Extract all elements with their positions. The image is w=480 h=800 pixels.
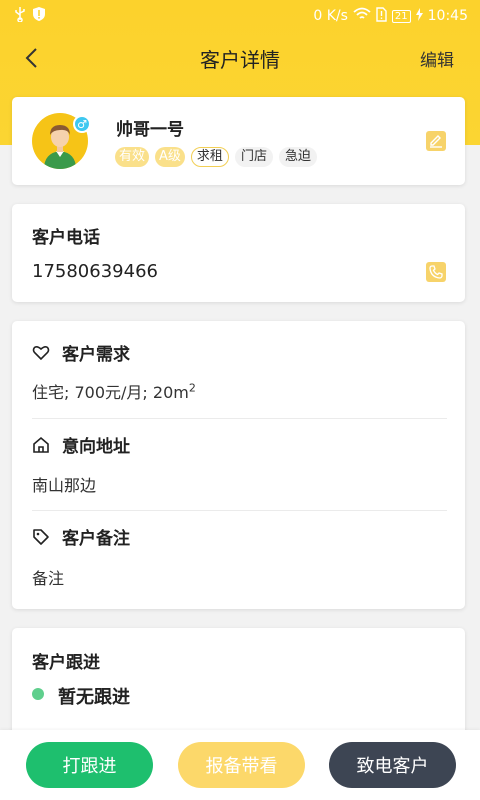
divider bbox=[32, 510, 447, 511]
heart-icon bbox=[32, 345, 50, 360]
gender-male-icon: ♂ bbox=[73, 115, 91, 133]
phone-icon bbox=[426, 262, 446, 282]
address-header: 意向地址 bbox=[32, 432, 130, 457]
phone-section-title: 客户电话 bbox=[32, 228, 100, 248]
remark-header: 客户备注 bbox=[32, 524, 130, 549]
needs-title: 客户需求 bbox=[62, 345, 130, 365]
needs-value-unit-sup: 2 bbox=[188, 381, 196, 395]
call-customer-button[interactable]: 致电客户 bbox=[329, 742, 456, 788]
tag-status: 有效 bbox=[115, 147, 150, 167]
report-viewing-button[interactable]: 报备带看 bbox=[178, 742, 305, 788]
tag-urgency: 急迫 bbox=[278, 147, 317, 167]
battery-level: 21 bbox=[391, 9, 411, 23]
back-button[interactable] bbox=[20, 46, 44, 70]
address-title: 意向地址 bbox=[62, 437, 130, 457]
edit-pencil-icon bbox=[426, 131, 446, 151]
sim-alert-icon bbox=[376, 6, 387, 26]
tag-level: A级 bbox=[155, 147, 185, 167]
add-follow-button[interactable]: 打跟进 bbox=[26, 742, 153, 788]
needs-value: 住宅; 700元/月; 20m2 bbox=[32, 379, 196, 403]
no-follow-text: 暂无跟进 bbox=[58, 687, 130, 708]
follow-title: 客户跟进 bbox=[32, 653, 100, 673]
shield-alert-icon bbox=[32, 6, 46, 26]
chevron-left-icon bbox=[25, 48, 37, 68]
tag-source: 门店 bbox=[234, 147, 273, 167]
edit-button[interactable]: 编辑 bbox=[420, 46, 454, 71]
customer-profile-card: ♂ 帅哥一号 有效 A级 求租 门店 急迫 bbox=[12, 97, 465, 185]
edit-profile-button[interactable] bbox=[425, 130, 447, 152]
charging-icon bbox=[415, 7, 423, 25]
call-button[interactable] bbox=[425, 261, 447, 283]
status-dot bbox=[32, 688, 44, 700]
network-speed: 0 K/s bbox=[313, 8, 348, 24]
address-value: 南山那边 bbox=[32, 476, 97, 495]
remark-title: 客户备注 bbox=[62, 529, 130, 549]
needs-value-text: 住宅; 700元/月; 20m bbox=[32, 383, 189, 402]
customer-tags: 有效 A级 求租 门店 急迫 bbox=[115, 147, 317, 167]
usb-icon bbox=[14, 6, 26, 26]
remark-value: 备注 bbox=[32, 569, 65, 588]
customer-name: 帅哥一号 bbox=[116, 120, 184, 140]
bottom-action-bar: 打跟进 报备带看 致电客户 bbox=[0, 730, 480, 800]
phone-number: 17580639466 bbox=[32, 261, 158, 282]
tag-type: 求租 bbox=[190, 147, 229, 167]
needs-header: 客户需求 bbox=[32, 340, 130, 365]
page-title: 客户详情 bbox=[200, 47, 280, 72]
app-bar: 客户详情 编辑 bbox=[0, 36, 480, 80]
divider bbox=[32, 418, 447, 419]
customer-phone-card: 客户电话 17580639466 bbox=[12, 204, 465, 302]
tag-icon bbox=[33, 528, 49, 545]
clock-time: 10:45 bbox=[427, 8, 468, 24]
wifi-icon bbox=[353, 7, 371, 25]
status-bar: 0 K/s 21 10:45 bbox=[0, 0, 480, 32]
customer-needs-card: 客户需求 住宅; 700元/月; 20m2 意向地址 南山那边 客户备注 备注 bbox=[12, 321, 465, 609]
home-icon bbox=[33, 436, 49, 453]
